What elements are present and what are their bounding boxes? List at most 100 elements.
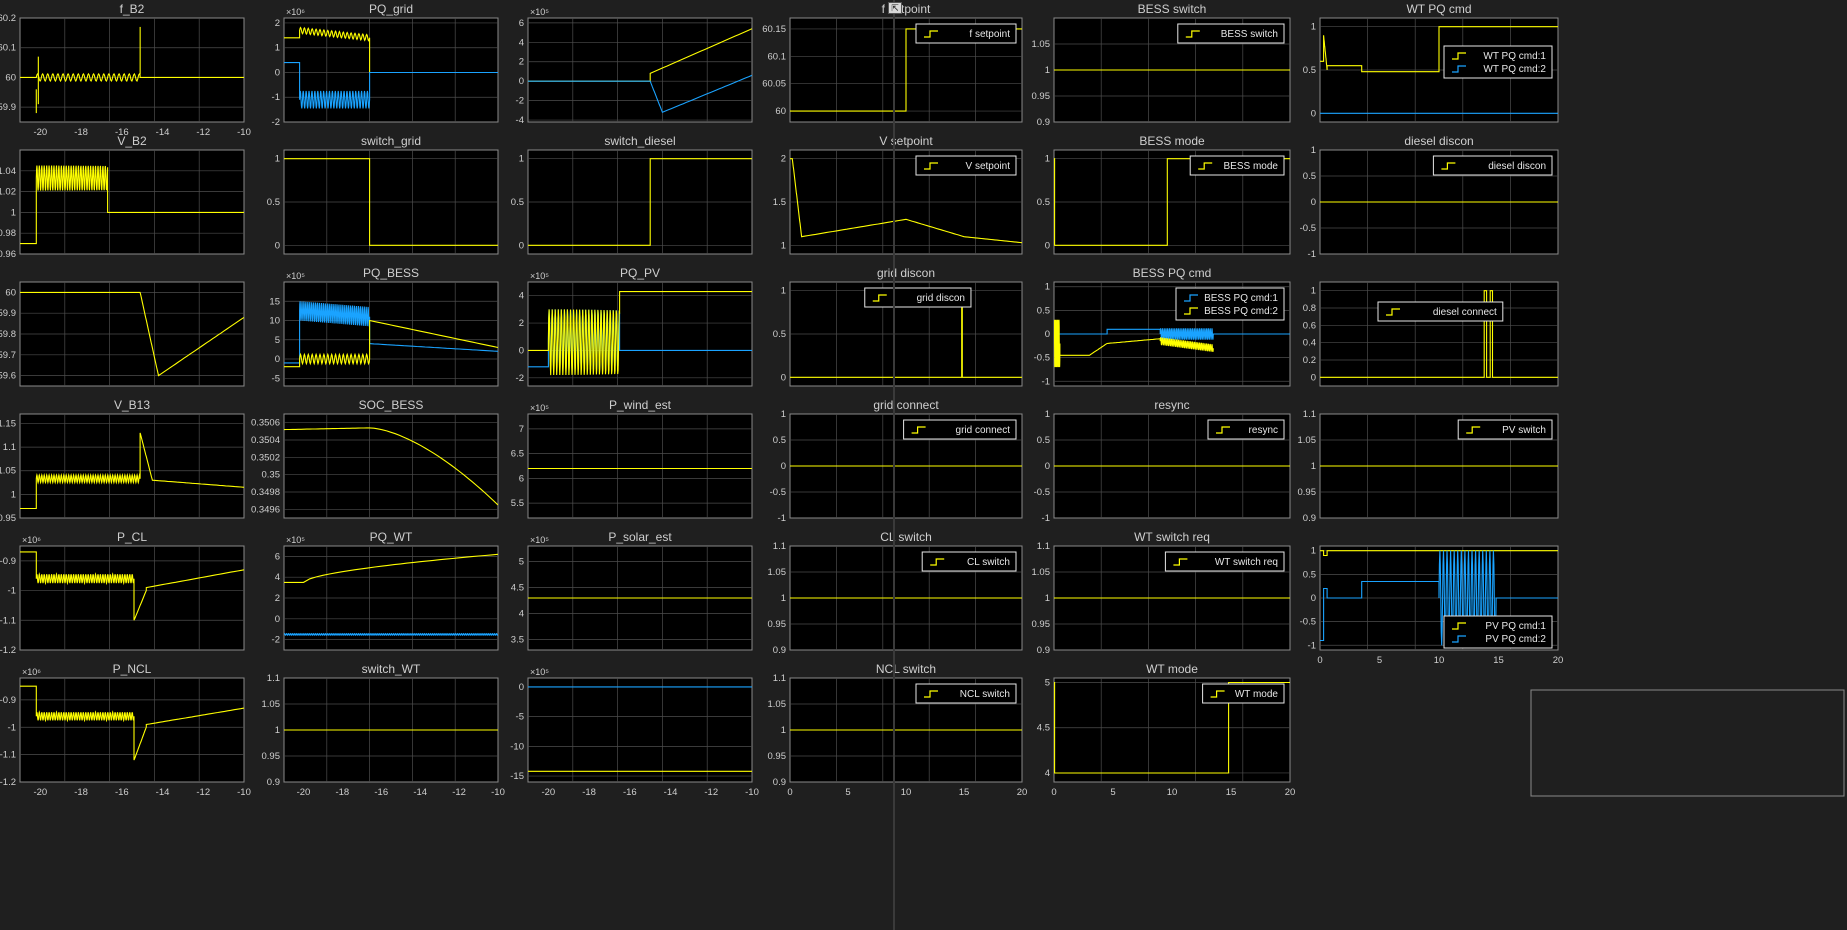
y-tick-label: 0 xyxy=(1045,240,1050,251)
x-tick-label: -12 xyxy=(452,787,466,798)
y-tick-label: 0 xyxy=(781,461,786,472)
y-tick-label: 0.5 xyxy=(1303,65,1316,76)
legend: WT switch req xyxy=(1164,551,1285,572)
axes-title: resync xyxy=(1154,398,1189,412)
y-tick-label: -1 xyxy=(1308,249,1316,260)
y-tick-label: -1.1 xyxy=(0,615,16,626)
axes-title: V setpoint xyxy=(879,134,933,148)
y-tick-label: 0.4 xyxy=(1303,338,1316,349)
y-tick-label: 0 xyxy=(1311,108,1316,119)
y-tick-label: -0.5 xyxy=(1300,617,1316,628)
axes-title: V_B13 xyxy=(114,398,150,412)
legend-label: BESS PQ cmd:1 xyxy=(1204,293,1278,304)
x-tick-label: 0 xyxy=(787,787,792,798)
y-tick-label: 0 xyxy=(781,372,786,383)
legend-label: PV PQ cmd:1 xyxy=(1485,621,1546,632)
y-tick-label: 0 xyxy=(1045,329,1050,340)
y-tick-label: 0.35 xyxy=(262,470,281,481)
axes-WT_PQ_cmd: 0 0.5 1 WT PQ cmd WT PQ cmd:1 WT PQ cmd:2 xyxy=(1303,2,1559,123)
y-tick-label: -15 xyxy=(510,771,524,782)
legend: grid discon xyxy=(864,287,972,308)
y-tick-label: -1 xyxy=(1042,376,1050,387)
y-tick-label: 2 xyxy=(519,318,524,329)
panel-divider[interactable] xyxy=(893,0,895,930)
y-tick-label: 0.9 xyxy=(773,777,786,788)
axes-title: switch_WT xyxy=(362,662,421,676)
axis-exponent: ×10⁵ xyxy=(530,535,549,545)
axes-title: switch_diesel xyxy=(604,134,675,148)
legend-label: PV switch xyxy=(1502,425,1546,436)
y-tick-label: -0.9 xyxy=(0,695,16,706)
y-tick-label: -2 xyxy=(272,117,280,128)
empty-axes-slot xyxy=(1530,689,1845,797)
legend-label: BESS switch xyxy=(1221,29,1278,40)
axes-PV_switch: 0.9 0.95 1 1.05 1.1 PV switch xyxy=(1298,409,1559,524)
y-tick-label: 1 xyxy=(781,409,786,420)
axes-title: WT mode xyxy=(1146,662,1198,676)
legend-label: WT PQ cmd:2 xyxy=(1483,64,1546,75)
axes-title: switch_grid xyxy=(361,134,421,148)
y-tick-label: 0 xyxy=(519,345,524,356)
x-tick-label: 0 xyxy=(1051,787,1056,798)
y-tick-label: 0.5 xyxy=(511,197,524,208)
y-tick-label: 0.3498 xyxy=(251,487,280,498)
y-tick-label: 0.5 xyxy=(1037,197,1050,208)
y-tick-label: 0 xyxy=(275,614,280,625)
legend-label: grid discon xyxy=(917,293,965,304)
y-tick-label: 1.02 xyxy=(0,187,16,198)
y-tick-label: 15 xyxy=(269,296,280,307)
x-tick-label: -18 xyxy=(74,127,88,138)
y-tick-label: 6 xyxy=(519,473,524,484)
y-tick-label: 0 xyxy=(1311,197,1316,208)
axes-SOC_BESS: 0.3496 0.3498 0.35 0.3502 0.3504 0.3506 SOC_BE… xyxy=(251,398,499,519)
y-tick-label: 0.5 xyxy=(1037,305,1050,316)
y-tick-label: 0.95 xyxy=(262,751,281,762)
y-tick-label: -10 xyxy=(510,741,524,752)
axes-title: BESS PQ cmd xyxy=(1133,266,1212,280)
x-tick-label: -20 xyxy=(33,127,47,138)
y-tick-label: 0.5 xyxy=(1303,569,1316,580)
y-tick-label: 60.15 xyxy=(762,24,786,35)
legend: V setpoint xyxy=(915,155,1017,176)
legend-label: diesel discon xyxy=(1488,161,1546,172)
x-tick-label: 15 xyxy=(1493,655,1504,666)
y-tick-label: -1 xyxy=(8,722,16,733)
axes-resync: -1 -0.5 0 0.5 1 resync resync xyxy=(1034,398,1291,524)
axes-P_CL: -1.2 -1.1 -1 -0.9 P_CL ×10⁶ xyxy=(0,530,245,656)
axes-title: WT switch req xyxy=(1134,530,1210,544)
axes-box xyxy=(283,281,499,387)
series-line-1 xyxy=(284,632,498,636)
y-tick-label: 5 xyxy=(519,557,524,568)
axes-V_setpoint: 1 1.5 2 V setpoint V setpoint xyxy=(773,134,1023,255)
y-tick-label: 0.98 xyxy=(0,228,16,239)
y-tick-label: 0.95 xyxy=(0,513,16,524)
undock-icon[interactable]: ⇱ xyxy=(888,2,902,14)
y-tick-label: 1.1 xyxy=(267,673,280,684)
axes-BESS_switch: 0.9 0.95 1 1.05 BESS switch BESS switch xyxy=(1032,2,1291,128)
y-tick-label: 1.1 xyxy=(1303,409,1316,420)
legend-label: diesel connect xyxy=(1433,307,1497,318)
y-tick-label: -2 xyxy=(516,96,524,107)
y-tick-label: 2 xyxy=(781,154,786,165)
y-tick-label: -2 xyxy=(272,635,280,646)
y-tick-label: 1.05 xyxy=(1298,435,1317,446)
y-tick-label: 1.05 xyxy=(0,466,16,477)
y-tick-label: 0 xyxy=(1045,461,1050,472)
y-tick-label: 1.05 xyxy=(768,699,787,710)
y-tick-label: -0.9 xyxy=(0,556,16,567)
y-tick-label: 1 xyxy=(1045,154,1050,165)
legend-label: PV PQ cmd:2 xyxy=(1485,634,1546,645)
axes-title: PQ_BESS xyxy=(363,266,419,280)
y-tick-label: 0.9 xyxy=(1037,645,1050,656)
legend-label: CL switch xyxy=(967,557,1010,568)
axes-box xyxy=(1319,281,1559,387)
x-tick-label: 20 xyxy=(1285,787,1296,798)
axis-exponent: ×10⁶ xyxy=(22,667,41,677)
legend: diesel connect xyxy=(1377,301,1504,322)
y-tick-label: 60 xyxy=(775,106,786,117)
y-tick-label: 6 xyxy=(275,551,280,562)
axes-WT_mode: 4 4.5 5 0 5 10 15 20 WT mode WT mode xyxy=(1037,662,1296,798)
axes-box xyxy=(19,17,245,123)
legend-label: resync xyxy=(1249,425,1278,436)
x-tick-label: -14 xyxy=(664,787,678,798)
